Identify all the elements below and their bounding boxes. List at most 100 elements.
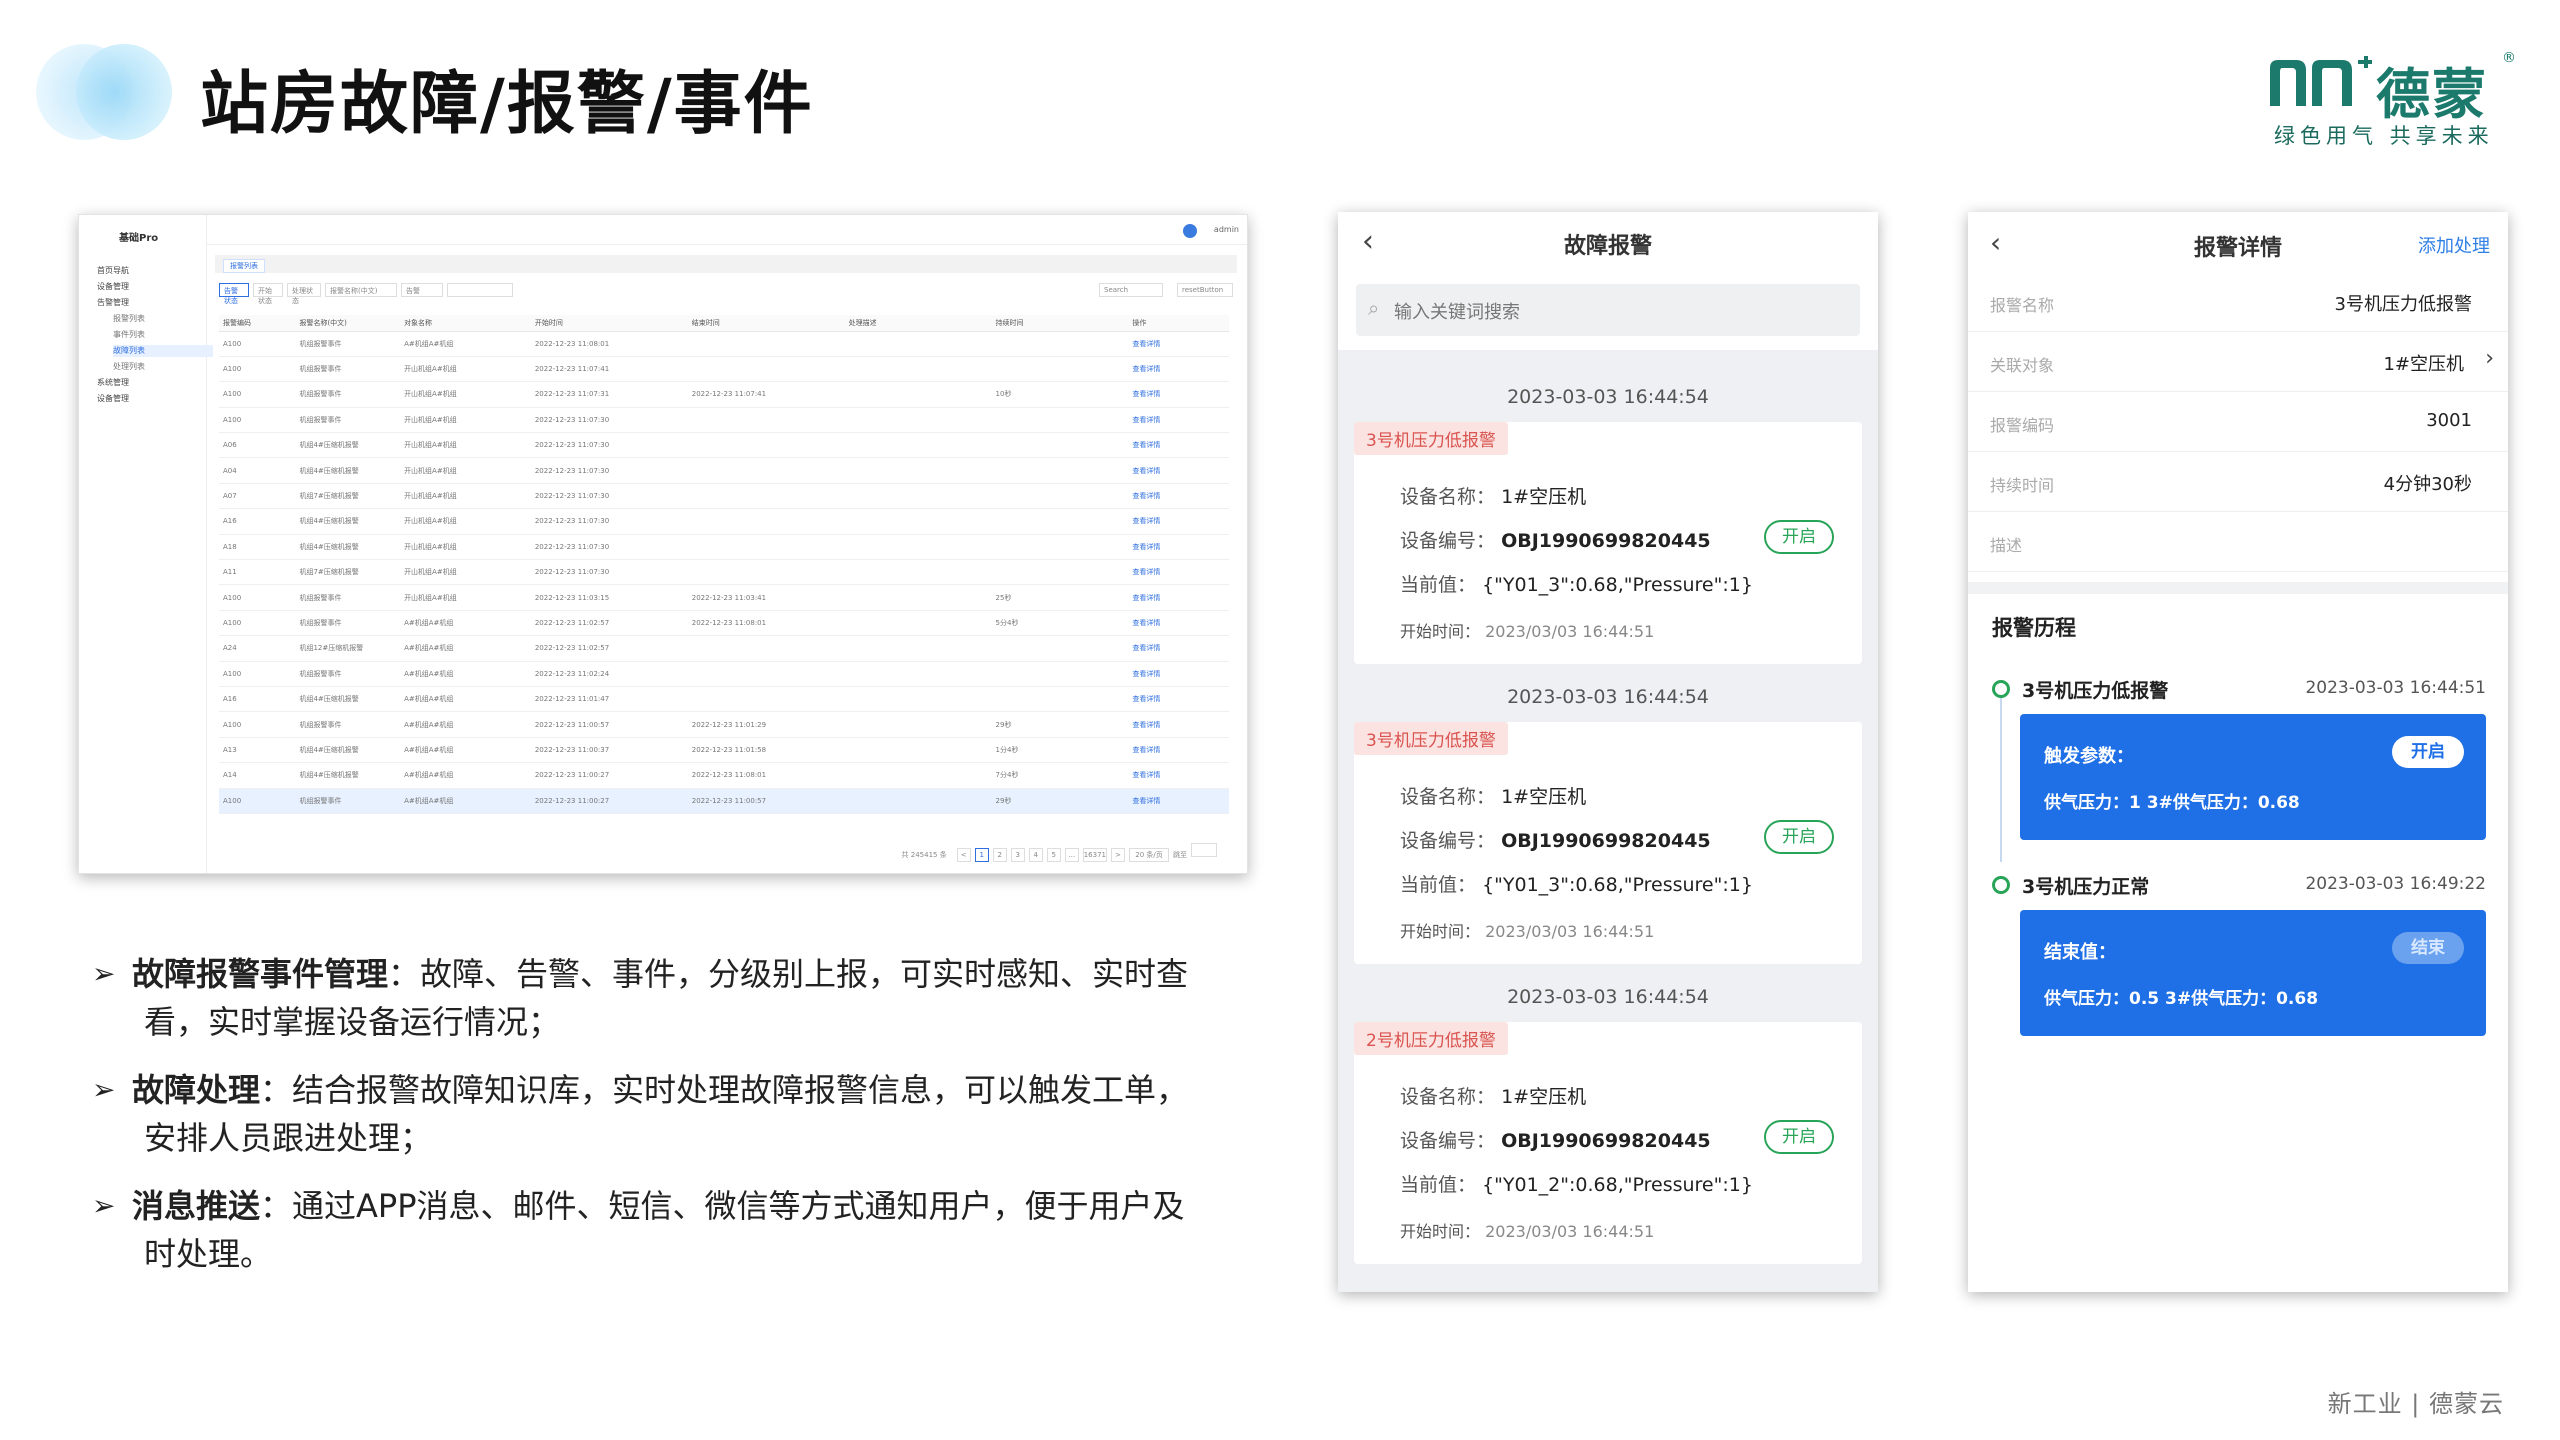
view-detail-link[interactable]: 查看详情: [1128, 508, 1229, 535]
table-row[interactable]: A100 机组报警事件 开山机组A#机组 2022-12-23 11:03:15 202…: [219, 584, 1229, 611]
view-detail-link[interactable]: 查看详情: [1128, 407, 1229, 434]
filter-field[interactable]: Search: [1099, 283, 1163, 297]
filter-field[interactable]: 报警名称(中文): [325, 283, 397, 297]
page-size-select[interactable]: 20 条/页: [1129, 848, 1169, 862]
open-status-button[interactable]: 开启: [1764, 1120, 1834, 1154]
page-goto[interactable]: 跳至: [1173, 849, 1187, 863]
detail-field-row[interactable]: 关联对象 1#空压机 ›: [1968, 332, 2508, 392]
alarm-detail-phone: ‹ 报警详情 添加处理 报警名称 3号机压力低报警 关联对象 1#空压机 › 报警编码 30…: [1968, 212, 2508, 1292]
filter-field[interactable]: 开始状态: [253, 283, 283, 305]
table-cell: [687, 356, 845, 383]
detail-field-value: 4分钟30秒: [2383, 474, 2472, 495]
filter-field[interactable]: 告警: [401, 283, 443, 297]
table-row[interactable]: A100 机组报警事件 开山机组A#机组 2022-12-23 11:07:41 查看详…: [219, 356, 1229, 383]
table-row[interactable]: A100 机组报警事件 开山机组A#机组 2022-12-23 11:07:30 查看详…: [219, 407, 1229, 434]
page-goto-input[interactable]: [1191, 843, 1217, 857]
table-row[interactable]: A07 机组7#压缩机报警 开山机组A#机组 2022-12-23 11:07:30 查…: [219, 483, 1229, 510]
sidebar-item[interactable]: 报警列表: [113, 313, 213, 325]
table-row[interactable]: A04 机组4#压缩机报警 开山机组A#机组 2022-12-23 11:07:30 查…: [219, 457, 1229, 484]
page-button[interactable]: <: [956, 848, 971, 862]
sidebar-item[interactable]: 设备管理: [97, 281, 197, 293]
admin-user[interactable]: admin: [1214, 225, 1239, 234]
table-row[interactable]: A100 机组报警事件 A#机组A#机组 2022-12-23 11:02:57 202…: [219, 610, 1229, 637]
filter-field[interactable]: 告警状态: [219, 283, 249, 305]
page-button[interactable]: 1: [974, 848, 989, 862]
add-handling-button[interactable]: 添加处理: [2418, 232, 2490, 258]
event-box-label: 触发参数：: [2044, 746, 2134, 767]
filter-field[interactable]: 处理状态: [287, 283, 321, 305]
pagination: 共 245415 条 <1 2 3 4 5… 16371 >20 条/页 跳至: [902, 843, 1217, 862]
table-cell: 2022-12-23 11:02:57: [530, 610, 688, 637]
sidebar-item[interactable]: 故障列表: [113, 345, 213, 357]
view-detail-link[interactable]: 查看详情: [1128, 534, 1229, 561]
table-row[interactable]: A24 机组12#压缩机报警 A#机组A#机组 2022-12-23 11:02:57…: [219, 635, 1229, 662]
table-row[interactable]: A18 机组4#压缩机报警 开山机组A#机组 2022-12-23 11:07:30 查…: [219, 534, 1229, 561]
view-detail-link[interactable]: 查看详情: [1128, 559, 1229, 586]
detail-field-label: 关联对象: [1990, 356, 2055, 375]
view-detail-link[interactable]: 查看详情: [1128, 661, 1229, 687]
view-detail-link[interactable]: 查看详情: [1128, 788, 1229, 814]
table-row[interactable]: A100 机组报警事件 开山机组A#机组 2022-12-23 11:07:31 202…: [219, 381, 1229, 408]
table-row[interactable]: A06 机组4#压缩机报警 开山机组A#机组 2022-12-23 11:07:30 查…: [219, 432, 1229, 459]
sidebar-item[interactable]: 事件列表: [113, 329, 213, 341]
view-detail-link[interactable]: 查看详情: [1128, 584, 1229, 611]
table-cell: 开山机组A#机组: [400, 457, 531, 484]
event-status-button[interactable]: 开启: [2392, 736, 2464, 768]
table-row[interactable]: A16 机组4#压缩机报警 开山机组A#机组 2022-12-23 11:07:30 查…: [219, 508, 1229, 535]
view-detail-link[interactable]: 查看详情: [1128, 381, 1229, 408]
alarm-card[interactable]: 3号机压力低报警 设备名称： 1#空压机 设备编号： OBJ199069982044…: [1354, 722, 1862, 964]
table-row[interactable]: A100 机组报警事件 A#机组A#机组 2022-12-23 11:00:27 202…: [219, 788, 1229, 814]
view-detail-link[interactable]: 查看详情: [1128, 356, 1229, 383]
chevron-right-icon[interactable]: ›: [2485, 346, 2494, 371]
page-button[interactable]: 16371: [1082, 848, 1107, 862]
page-button[interactable]: 5: [1046, 848, 1061, 862]
view-detail-link[interactable]: 查看详情: [1128, 762, 1229, 789]
sidebar-item[interactable]: 设备管理: [97, 393, 197, 405]
open-status-button[interactable]: 开启: [1764, 520, 1834, 554]
view-detail-link[interactable]: 查看详情: [1128, 686, 1229, 713]
view-detail-link[interactable]: 查看详情: [1128, 737, 1229, 764]
table-row[interactable]: A100 机组报警事件 A#机组A#机组 2022-12-23 11:08:01 查看详…: [219, 331, 1229, 357]
table-row[interactable]: A16 机组4#压缩机报警 A#机组A#机组 2022-12-23 11:01:47 查…: [219, 686, 1229, 713]
table-cell: 机组报警事件: [295, 331, 401, 357]
timeline-dot-icon: [1992, 680, 2010, 698]
avatar[interactable]: [1183, 224, 1197, 238]
filter-field[interactable]: resetButton: [1177, 283, 1233, 297]
view-detail-link[interactable]: 查看详情: [1128, 635, 1229, 662]
page-button[interactable]: 2: [992, 848, 1007, 862]
table-cell: A16: [219, 508, 296, 535]
table-cell: [687, 508, 845, 535]
search-input[interactable]: ⌕ 输入关键词搜索: [1356, 284, 1860, 336]
table-cell: A100: [219, 356, 296, 383]
table-cell: A11: [219, 559, 296, 586]
view-detail-link[interactable]: 查看详情: [1128, 432, 1229, 459]
page-button[interactable]: 4: [1028, 848, 1043, 862]
view-detail-link[interactable]: 查看详情: [1128, 483, 1229, 510]
event-status-button[interactable]: 结束: [2392, 932, 2464, 964]
sidebar-item[interactable]: 系统管理: [97, 377, 197, 389]
sidebar-item[interactable]: 告警管理: [97, 297, 197, 309]
table-row[interactable]: A100 机组报警事件 A#机组A#机组 2022-12-23 11:02:24 查看详…: [219, 661, 1229, 687]
view-detail-link[interactable]: 查看详情: [1128, 610, 1229, 637]
tab-alarm-list[interactable]: 报警列表: [223, 259, 265, 273]
field-value: {"Y01_2":0.68,"Pressure":1}: [1482, 1174, 1753, 1196]
alarm-card[interactable]: 3号机压力低报警 设备名称： 1#空压机 设备编号： OBJ199069982044…: [1354, 422, 1862, 664]
page-button[interactable]: 3: [1010, 848, 1025, 862]
view-detail-link[interactable]: 查看详情: [1128, 331, 1229, 357]
alarm-card[interactable]: 2号机压力低报警 设备名称： 1#空压机 设备编号： OBJ199069982044…: [1354, 1022, 1862, 1264]
table-row[interactable]: A100 机组报警事件 A#机组A#机组 2022-12-23 11:00:57 202…: [219, 711, 1229, 738]
view-detail-link[interactable]: 查看详情: [1128, 457, 1229, 484]
table-row[interactable]: A14 机组4#压缩机报警 A#机组A#机组 2022-12-23 11:00:27 2…: [219, 762, 1229, 789]
field-value: {"Y01_3":0.68,"Pressure":1}: [1482, 874, 1753, 896]
page-button[interactable]: >: [1111, 848, 1125, 862]
table-row[interactable]: A11 机组7#压缩机报警 开山机组A#机组 2022-12-23 11:07:30 查…: [219, 559, 1229, 586]
open-status-button[interactable]: 开启: [1764, 820, 1834, 854]
sidebar-item[interactable]: 首页导航: [97, 265, 197, 277]
table-row[interactable]: A13 机组4#压缩机报警 A#机组A#机组 2022-12-23 11:00:37 2…: [219, 737, 1229, 764]
page-button[interactable]: …: [1064, 848, 1079, 862]
sidebar-item[interactable]: 处理列表: [113, 361, 213, 373]
filter-field[interactable]: [447, 283, 513, 297]
admin-topbar: admin: [207, 215, 1247, 245]
view-detail-link[interactable]: 查看详情: [1128, 711, 1229, 738]
table-cell: A16: [219, 686, 296, 713]
